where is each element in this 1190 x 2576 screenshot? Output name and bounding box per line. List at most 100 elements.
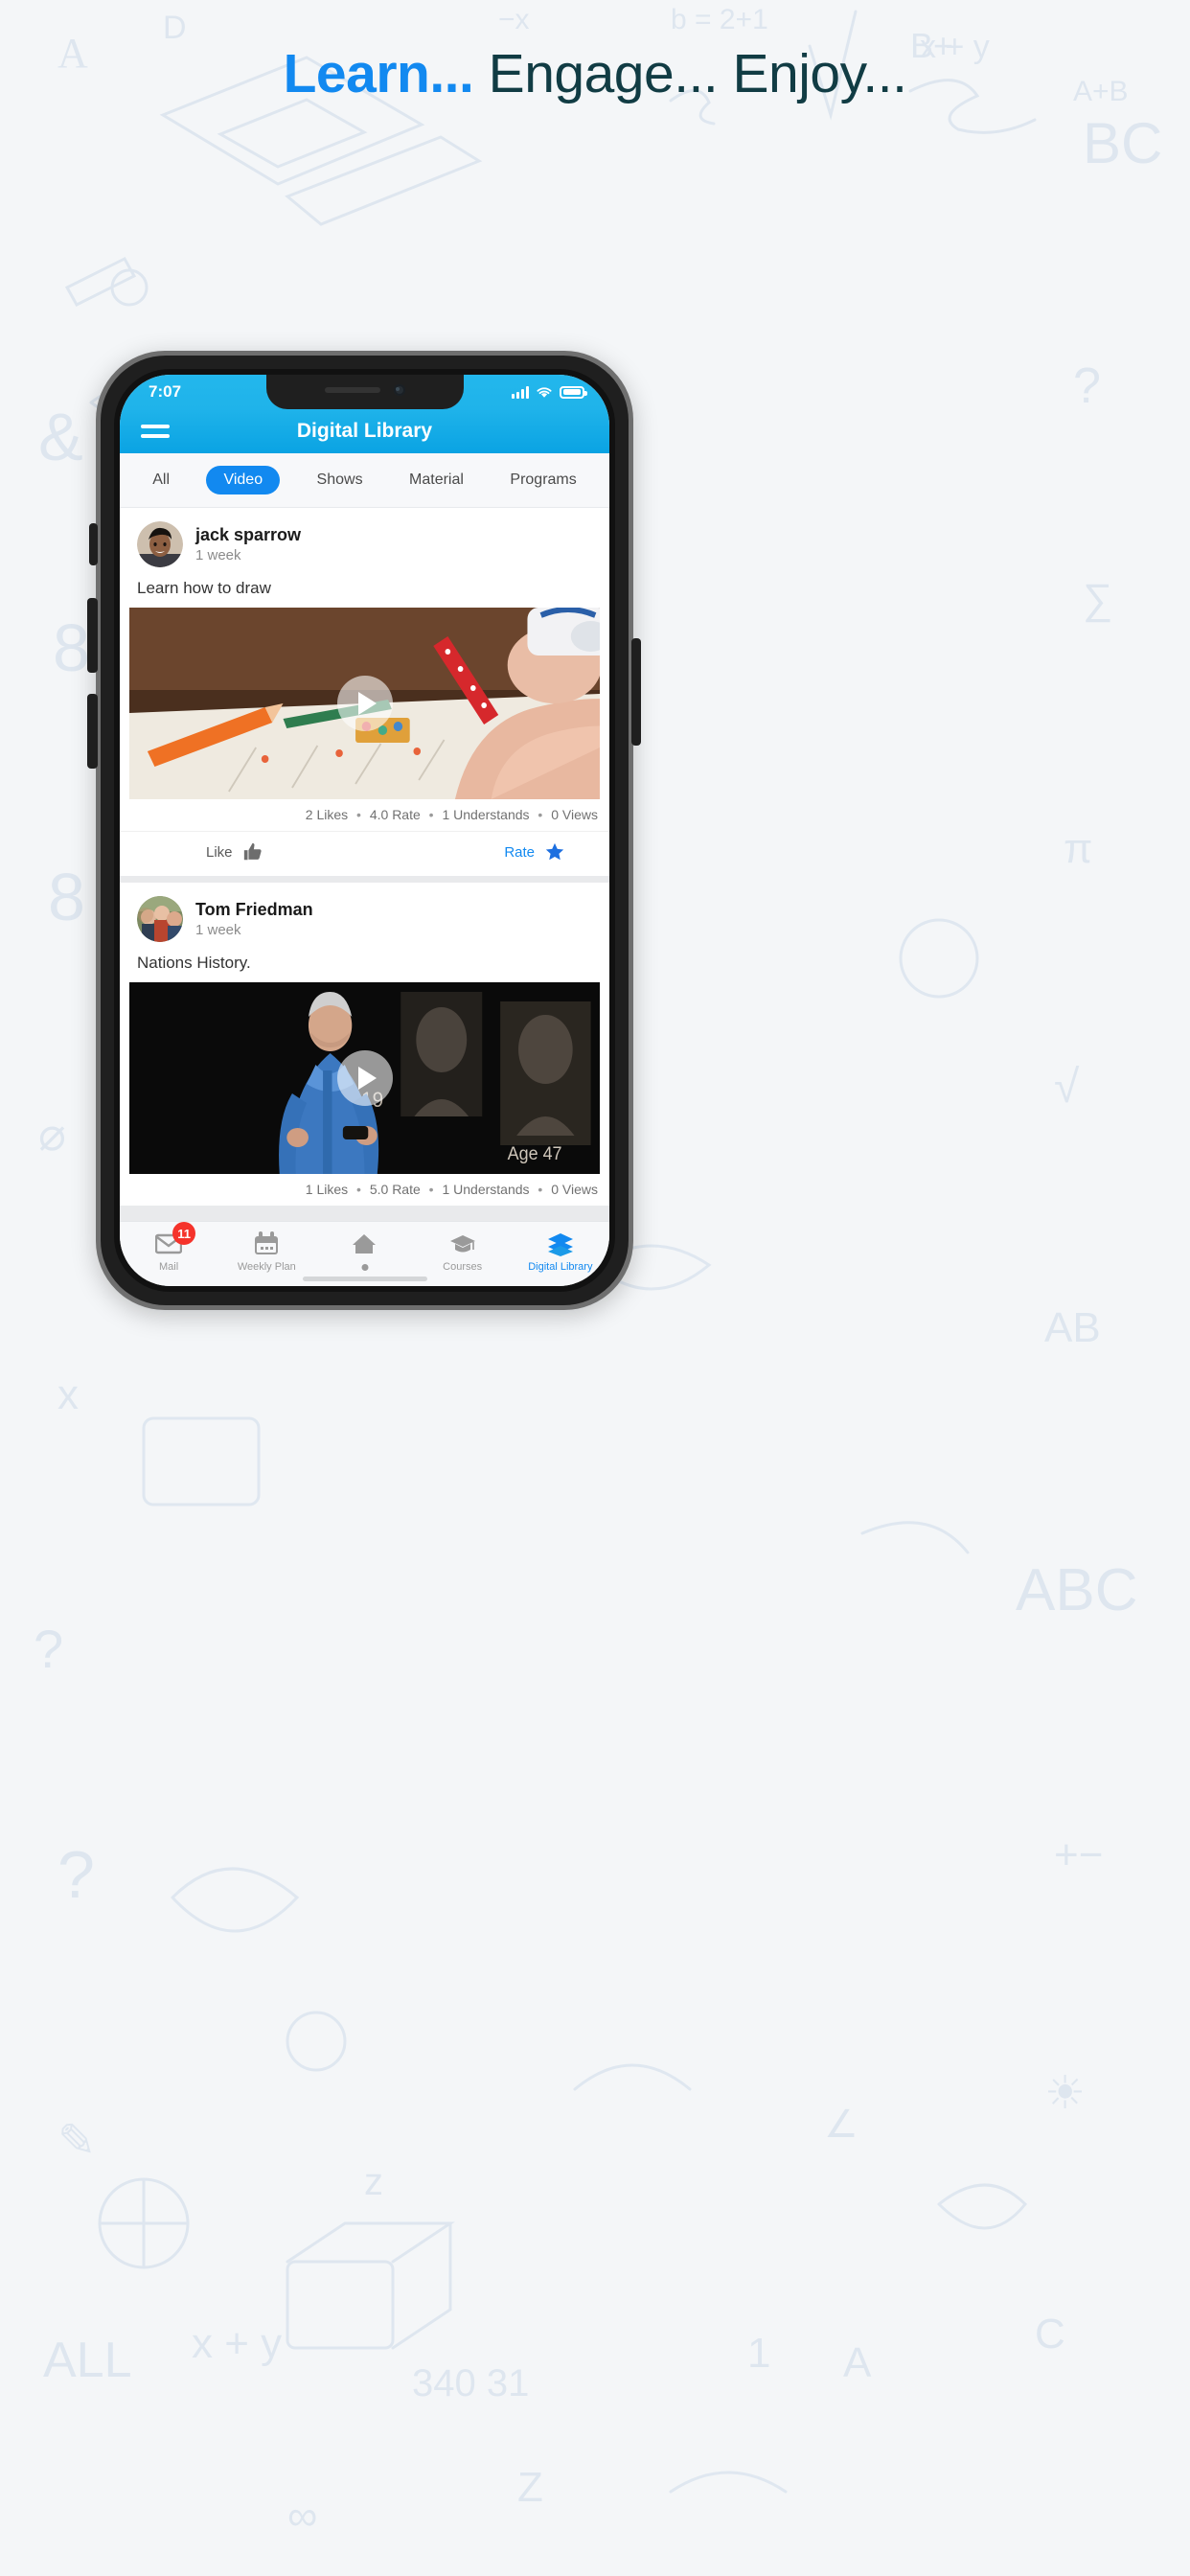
post-header: Tom Friedman 1 week — [120, 883, 609, 950]
status-icons — [512, 385, 587, 400]
nav-item-weekly-plan[interactable]: Weekly Plan — [217, 1230, 315, 1273]
home-indicator-bar[interactable] — [302, 1276, 427, 1281]
calendar-icon-wrap — [252, 1230, 281, 1257]
nav-label-weekly-plan: Weekly Plan — [237, 1261, 296, 1273]
post-header: jack sparrow 1 week — [120, 508, 609, 575]
stat-separator: • — [356, 1182, 361, 1197]
phone-notch — [265, 375, 464, 409]
thumbs-up-icon — [243, 842, 262, 861]
front-camera-icon — [393, 384, 405, 396]
post-caption: Learn how to draw — [137, 579, 271, 597]
phone-volume-up-button[interactable] — [87, 598, 98, 673]
home-icon — [353, 1234, 377, 1254]
tab-all[interactable]: All — [143, 466, 179, 494]
svg-text:☀: ☀ — [1044, 2068, 1086, 2119]
stat-separator: • — [428, 807, 434, 822]
stat-views: 0 Views — [551, 1182, 598, 1197]
post-timestamp: 1 week — [195, 546, 241, 564]
graduation-cap-icon — [449, 1235, 475, 1253]
post-card: jack sparrow 1 week Learn how to draw 2 … — [120, 508, 609, 876]
nav-label-courses: Courses — [443, 1261, 483, 1273]
svg-text:∑: ∑ — [1083, 576, 1112, 623]
svg-text:−x: −x — [498, 4, 530, 35]
stat-views: 0 Views — [551, 807, 598, 822]
category-tabs: All Video Shows Material Programs — [120, 453, 609, 508]
svg-text:&: & — [38, 400, 83, 474]
envelope-icon-wrap: 11 — [154, 1222, 196, 1257]
hamburger-menu-icon[interactable] — [141, 425, 170, 438]
nav-label-mail: Mail — [159, 1261, 179, 1273]
svg-text:⌀: ⌀ — [38, 1110, 66, 1161]
nav-item-mail[interactable]: 11 Mail — [120, 1222, 217, 1273]
stat-understands: 1 Understands — [442, 1182, 530, 1197]
mail-badge: 11 — [172, 1222, 196, 1245]
calendar-icon — [255, 1231, 279, 1254]
rate-button[interactable]: Rate — [504, 841, 565, 862]
nav-item-courses[interactable]: Courses — [414, 1230, 512, 1273]
stat-likes: 1 Likes — [305, 1182, 349, 1197]
tab-programs[interactable]: Programs — [500, 466, 585, 494]
headline-engage-enjoy: Engage... Enjoy... — [488, 43, 907, 104]
svg-text:?: ? — [34, 1619, 63, 1679]
books-icon-wrap — [546, 1230, 575, 1257]
svg-text:D: D — [163, 10, 187, 46]
svg-text:Age 47: Age 47 — [508, 1143, 562, 1164]
svg-text:C: C — [1035, 2311, 1065, 2358]
svg-text:?: ? — [1073, 358, 1101, 414]
svg-text:ABC: ABC — [1016, 1557, 1137, 1623]
play-icon[interactable] — [336, 676, 393, 731]
video-thumbnail[interactable]: Age 47 e 19 — [129, 982, 600, 1174]
svg-text:8: 8 — [48, 860, 85, 934]
wifi-icon — [537, 386, 552, 398]
stat-separator: • — [538, 807, 543, 822]
tab-material[interactable]: Material — [400, 466, 473, 494]
post-author-block: jack sparrow 1 week — [195, 524, 301, 564]
phone-power-button[interactable] — [631, 638, 641, 746]
phone-frame: 7:07 Digital Library All Video Shows Mat… — [101, 356, 629, 1305]
status-time: 7:07 — [149, 382, 182, 401]
stat-separator: • — [356, 807, 361, 822]
phone-volume-down-button[interactable] — [87, 694, 98, 769]
stat-separator: • — [428, 1182, 434, 1197]
stat-rate: 4.0 Rate — [369, 807, 421, 822]
svg-text:π: π — [1064, 825, 1092, 872]
like-button[interactable]: Like — [206, 841, 263, 862]
post-author-block: Tom Friedman 1 week — [195, 899, 313, 939]
like-label: Like — [206, 843, 233, 861]
play-icon[interactable] — [336, 1050, 393, 1106]
app-header: Digital Library — [120, 409, 609, 453]
signal-bars-icon — [512, 385, 529, 399]
svg-text:8: 8 — [53, 610, 90, 685]
post-feed[interactable]: jack sparrow 1 week Learn how to draw 2 … — [120, 508, 609, 1221]
post-stats: 1 Likes • 5.0 Rate • 1 Understands • 0 V… — [120, 1174, 609, 1206]
tab-shows[interactable]: Shows — [308, 466, 373, 494]
graduation-cap-icon-wrap — [448, 1230, 477, 1257]
svg-text:340 31: 340 31 — [412, 2362, 529, 2404]
svg-text:+−: +− — [1054, 1831, 1103, 1878]
svg-text:AB: AB — [1044, 1304, 1101, 1351]
svg-text:1: 1 — [747, 2330, 770, 2377]
stat-separator: • — [538, 1182, 543, 1197]
nav-item-digital-library[interactable]: Digital Library — [512, 1230, 609, 1273]
stat-rate: 5.0 Rate — [369, 1182, 421, 1197]
home-icon-wrap — [350, 1230, 378, 1257]
headline-learn: Learn... — [283, 43, 474, 104]
svg-text:?: ? — [57, 1837, 95, 1912]
post-card: Tom Friedman 1 week Nations History. Age… — [120, 883, 609, 1206]
svg-text:x + y: x + y — [192, 2320, 282, 2367]
post-actions: Like Rate — [120, 831, 609, 876]
avatar[interactable] — [137, 896, 183, 942]
svg-text:✎: ✎ — [57, 2116, 96, 2167]
avatar[interactable] — [137, 521, 183, 567]
svg-text:ALL: ALL — [43, 2333, 132, 2388]
tab-video[interactable]: Video — [206, 466, 281, 494]
post-caption: Nations History. — [137, 954, 251, 972]
nav-item-home[interactable] — [315, 1230, 413, 1261]
books-icon — [547, 1233, 573, 1256]
svg-text:Z: Z — [517, 2464, 543, 2511]
phone-bezel: 7:07 Digital Library All Video Shows Mat… — [114, 369, 615, 1292]
svg-text:∞: ∞ — [287, 2493, 317, 2540]
video-thumbnail[interactable] — [129, 608, 600, 799]
phone-silent-switch[interactable] — [89, 523, 98, 565]
battery-icon — [560, 385, 587, 399]
